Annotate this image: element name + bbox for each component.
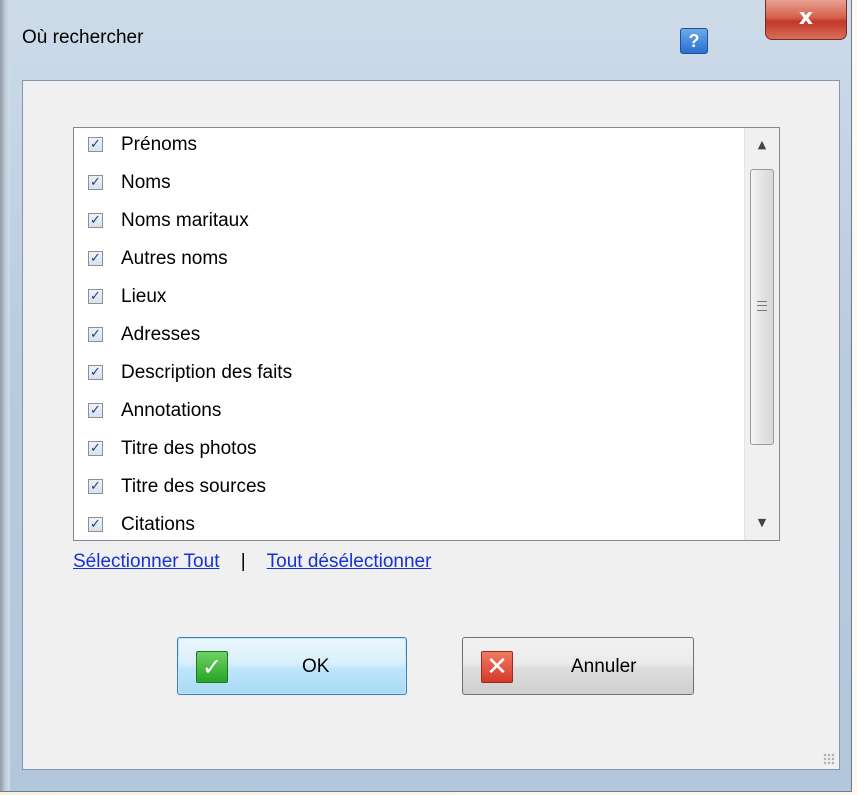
scroll-down-icon[interactable]: ▼: [745, 506, 779, 540]
vertical-scrollbar[interactable]: ▲ ▼: [744, 128, 779, 540]
checkbox-icon[interactable]: ✓: [88, 327, 103, 342]
list-item-label: Titre des sources: [121, 476, 267, 497]
list-item-autres-noms[interactable]: ✓ Autres noms: [74, 242, 744, 280]
list-item-description-des-faits[interactable]: ✓ Description des faits: [74, 356, 744, 394]
list-item-annotations[interactable]: ✓ Annotations: [74, 394, 744, 432]
checkbox-icon[interactable]: ✓: [88, 213, 103, 228]
search-fields-list[interactable]: ✓ Prénoms ✓ Noms ✓ Noms maritaux ✓ Autre…: [73, 127, 780, 541]
list-item-noms-maritaux[interactable]: ✓ Noms maritaux: [74, 204, 744, 242]
checkbox-icon[interactable]: ✓: [88, 251, 103, 266]
list-item-label: Lieux: [121, 286, 167, 307]
list-item-adresses[interactable]: ✓ Adresses: [74, 318, 744, 356]
list-item-label: Noms maritaux: [121, 210, 249, 231]
checkbox-icon[interactable]: ✓: [88, 479, 103, 494]
checkbox-icon[interactable]: ✓: [88, 403, 103, 418]
grip-icon: [757, 301, 767, 311]
scroll-up-icon[interactable]: ▲: [745, 128, 779, 162]
dialog-window: Où rechercher ? x ✓ Prénoms ✓ Noms ✓ Nom…: [0, 0, 852, 792]
select-all-link[interactable]: Sélectionner Tout: [73, 551, 219, 572]
list-item-label: Titre des photos: [121, 438, 257, 459]
ok-button-label: OK: [302, 656, 330, 677]
list-item-noms[interactable]: ✓ Noms: [74, 166, 744, 204]
list-item-label: Noms: [121, 172, 171, 193]
link-separator: |: [240, 551, 246, 572]
deselect-all-link[interactable]: Tout désélectionner: [267, 551, 432, 572]
checkbox-icon[interactable]: ✓: [88, 137, 103, 152]
list-item-citations[interactable]: ✓ Citations: [74, 508, 744, 540]
list-item-titre-des-photos[interactable]: ✓ Titre des photos: [74, 432, 744, 470]
checkbox-icon[interactable]: ✓: [88, 517, 103, 532]
list-item-label: Description des faits: [121, 362, 293, 383]
ok-button[interactable]: ✓ OK: [177, 637, 407, 695]
checkbox-icon[interactable]: ✓: [88, 289, 103, 304]
list-item-label: Annotations: [121, 400, 222, 421]
checkbox-icon[interactable]: ✓: [88, 175, 103, 190]
scroll-thumb[interactable]: [750, 169, 774, 445]
list-item-label: Autres noms: [121, 248, 228, 269]
list-item-titre-des-sources[interactable]: ✓ Titre des sources: [74, 470, 744, 508]
dialog-content: ✓ Prénoms ✓ Noms ✓ Noms maritaux ✓ Autre…: [22, 80, 840, 770]
list-item-label: Prénoms: [121, 134, 198, 155]
checkbox-icon[interactable]: ✓: [88, 441, 103, 456]
cancel-button-label: Annuler: [571, 656, 637, 677]
resize-grip-icon[interactable]: [823, 753, 835, 765]
close-button[interactable]: x: [765, 0, 847, 40]
cancel-button[interactable]: ✕ Annuler: [462, 637, 694, 695]
selection-links: Sélectionner Tout | Tout désélectionner: [73, 551, 431, 573]
help-icon[interactable]: ?: [680, 28, 708, 54]
list-items-container: ✓ Prénoms ✓ Noms ✓ Noms maritaux ✓ Autre…: [74, 128, 744, 540]
list-item-label: Citations: [121, 514, 195, 535]
list-item-prenoms[interactable]: ✓ Prénoms: [74, 128, 744, 166]
window-title: Où rechercher: [22, 27, 144, 48]
checkbox-icon[interactable]: ✓: [88, 365, 103, 380]
cross-icon: ✕: [481, 651, 513, 683]
list-item-label: Adresses: [121, 324, 201, 345]
title-bar[interactable]: Où rechercher ? x: [10, 0, 851, 80]
checkmark-icon: ✓: [196, 651, 228, 683]
list-item-lieux[interactable]: ✓ Lieux: [74, 280, 744, 318]
